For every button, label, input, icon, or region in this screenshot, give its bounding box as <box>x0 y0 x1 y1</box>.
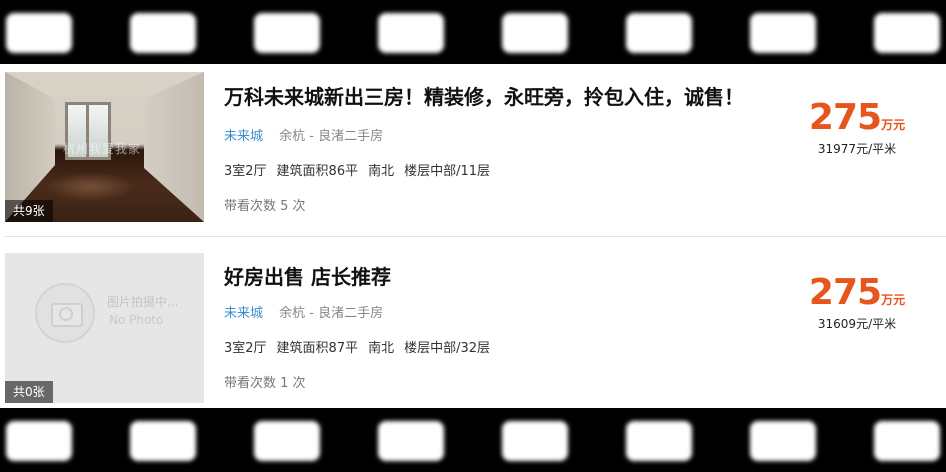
sprocket-hole <box>502 13 568 53</box>
floor-label: 楼层中部/32层 <box>404 341 491 356</box>
sprocket-hole <box>378 13 444 53</box>
sprocket-hole <box>6 421 72 461</box>
area-label: 建筑面积87平 <box>276 341 359 356</box>
price-block: 275万元 31609元/平米 <box>802 273 912 332</box>
price-block: 275万元 31977元/平米 <box>802 98 912 157</box>
price-unit: 万元 <box>881 118 906 132</box>
sprocket-hole <box>130 13 196 53</box>
sprocket-hole <box>6 13 72 53</box>
sprocket-hole <box>502 421 568 461</box>
listing-location: 未来城 余杭 - 良渚二手房 <box>224 302 383 321</box>
listing-specs: 3室2厅 建筑面积86平 南北 楼层中部/11层 <box>224 160 500 179</box>
listing-title[interactable]: 万科未来城新出三房！精装修，永旺旁，拎包入住，诚售！ <box>224 81 744 110</box>
listing-specs: 3室2厅 建筑面积87平 南北 楼层中部/32层 <box>224 337 500 356</box>
sprocket-hole <box>750 421 816 461</box>
film-strip-bottom <box>0 408 946 472</box>
camera-icon <box>35 283 95 343</box>
total-price: 275 <box>808 97 882 138</box>
sprocket-hole <box>874 13 940 53</box>
community-link[interactable]: 未来城 <box>224 306 263 321</box>
price-unit: 万元 <box>881 293 906 307</box>
sprocket-hole <box>130 421 196 461</box>
photo-count-badge: 共0张 <box>5 381 53 403</box>
sprocket-hole <box>626 421 692 461</box>
orientation-label: 南北 <box>368 341 395 356</box>
sprocket-hole <box>378 421 444 461</box>
sprocket-hole <box>874 421 940 461</box>
listing-location: 未来城 余杭 - 良渚二手房 <box>224 125 383 144</box>
orientation-label: 南北 <box>368 164 395 179</box>
sprocket-hole <box>254 421 320 461</box>
unit-price: 31977元/平米 <box>817 142 897 156</box>
sprocket-hole <box>626 13 692 53</box>
listing-item[interactable]: 图片拍摄中... No Photo 共0张 好房出售 店长推荐 未来城 余杭 -… <box>0 249 946 405</box>
listing-title[interactable]: 好房出售 店长推荐 <box>224 261 391 290</box>
no-photo-placeholder: 图片拍摄中... No Photo <box>35 281 179 343</box>
no-photo-text: 图片拍摄中... <box>107 295 179 309</box>
listing-item[interactable]: 杭州我爱我家 共9张 万科未来城新出三房！精装修，永旺旁，拎包入住，诚售！ 未来… <box>0 68 946 234</box>
view-count: 带看次数 1 次 <box>224 376 306 391</box>
listing-area: 杭州我爱我家 共9张 万科未来城新出三房！精装修，永旺旁，拎包入住，诚售！ 未来… <box>0 64 946 408</box>
area-label: 建筑面积86平 <box>276 164 359 179</box>
photo-count-badge: 共9张 <box>5 200 53 222</box>
layout-label: 3室2厅 <box>224 164 267 179</box>
view-count: 带看次数 5 次 <box>224 199 306 214</box>
floor-label: 楼层中部/11层 <box>404 164 491 179</box>
sprocket-hole <box>254 13 320 53</box>
district-label: 余杭 - 良渚二手房 <box>279 306 384 321</box>
layout-label: 3室2厅 <box>224 341 267 356</box>
total-price: 275 <box>808 272 882 313</box>
listing-divider <box>4 236 946 237</box>
film-strip-top <box>0 0 946 64</box>
district-label: 余杭 - 良渚二手房 <box>279 129 384 144</box>
community-link[interactable]: 未来城 <box>224 129 263 144</box>
no-photo-text-en: No Photo <box>109 313 164 327</box>
photo-watermark: 杭州我爱我家 <box>63 142 142 156</box>
sprocket-hole <box>750 13 816 53</box>
unit-price: 31609元/平米 <box>817 317 897 331</box>
